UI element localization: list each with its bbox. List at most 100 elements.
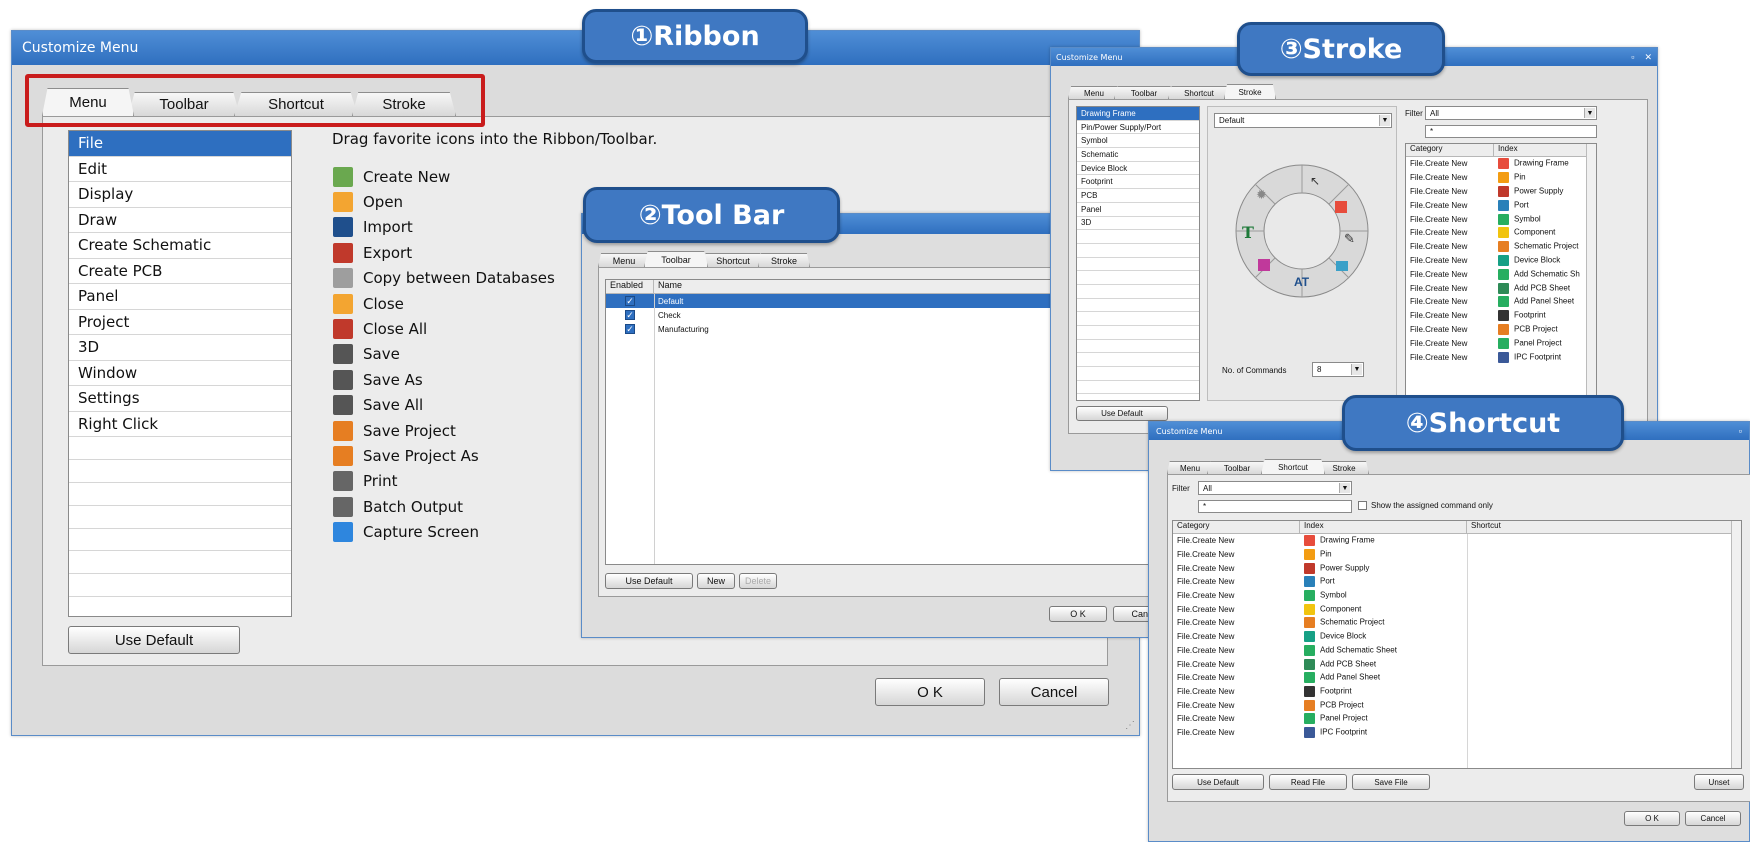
shortcut-grid-scrollbar[interactable] <box>1731 521 1741 768</box>
shortcut-command-row[interactable]: File.Create New Add Panel Sheet <box>1173 671 1741 685</box>
ok-button[interactable]: O K <box>875 678 985 706</box>
shortcut-command-row[interactable]: File.Create New IPC Footprint <box>1173 726 1741 740</box>
maximize-icon[interactable]: ▫ <box>1631 52 1634 63</box>
shortcut-filter-input[interactable]: * <box>1198 500 1352 513</box>
stroke-category-item[interactable]: Pin/Power Supply/Port <box>1077 121 1199 135</box>
checkbox-checked-icon[interactable]: ✓ <box>625 310 635 320</box>
toolbar-tab-stroke[interactable]: Stroke <box>758 253 810 267</box>
stroke-category-item[interactable]: Symbol <box>1077 134 1199 149</box>
category-item[interactable]: Panel <box>69 284 291 310</box>
stroke-use-default-button[interactable]: Use Default <box>1076 406 1168 421</box>
stroke-command-row[interactable]: File.Create New Add PCB Sheet <box>1406 281 1596 295</box>
resize-grip-icon[interactable]: ⋰ <box>1125 720 1135 731</box>
stroke-filter-input[interactable]: * <box>1425 125 1597 138</box>
command-item[interactable]: Close <box>333 291 593 316</box>
category-item[interactable]: Window <box>69 361 291 386</box>
toolbar-ok-button[interactable]: O K <box>1049 606 1107 622</box>
show-assigned-checkbox[interactable]: Show the assigned command only <box>1358 501 1493 510</box>
stroke-filter-select[interactable]: All ▼ <box>1425 106 1597 120</box>
stroke-command-row[interactable]: File.Create New Footprint <box>1406 309 1596 323</box>
shortcut-command-row[interactable]: File.Create New Add Schematic Sheet <box>1173 644 1741 658</box>
stroke-wheel[interactable]: ↖ ✎ AT T ✹ <box>1232 161 1372 301</box>
command-item[interactable]: Save All <box>333 393 593 418</box>
shortcut-command-row[interactable]: File.Create New Power Supply <box>1173 561 1741 575</box>
checkbox-checked-icon[interactable]: ✓ <box>625 324 635 334</box>
command-item[interactable]: Print <box>333 469 593 494</box>
stroke-tab-toolbar[interactable]: Toolbar <box>1114 86 1174 99</box>
stroke-tab-menu[interactable]: Menu <box>1068 86 1120 99</box>
stroke-category-item[interactable]: Panel <box>1077 203 1199 217</box>
stroke-category-item[interactable]: Device Block <box>1077 162 1199 176</box>
shortcut-command-row[interactable]: File.Create New Schematic Project <box>1173 616 1741 630</box>
shortcut-command-row[interactable]: File.Create New Add PCB Sheet <box>1173 657 1741 671</box>
unset-button[interactable]: Unset <box>1694 774 1744 790</box>
category-item[interactable]: File <box>69 131 291 157</box>
command-item[interactable]: Copy between Databases <box>333 266 593 291</box>
stroke-category-item[interactable]: Footprint <box>1077 175 1199 190</box>
stroke-command-row[interactable]: File.Create New PCB Project <box>1406 323 1596 337</box>
stroke-command-row[interactable]: File.Create New Port <box>1406 198 1596 212</box>
command-item[interactable]: Batch Output <box>333 494 593 519</box>
stroke-category-item[interactable]: 3D <box>1077 217 1199 231</box>
commands-count-select[interactable]: 8 ▼ <box>1312 362 1364 377</box>
stroke-command-row[interactable]: File.Create New Device Block <box>1406 254 1596 268</box>
shortcut-command-row[interactable]: File.Create New Footprint <box>1173 685 1741 699</box>
toolbar-new-button[interactable]: New <box>697 573 735 589</box>
save-file-button[interactable]: Save File <box>1352 774 1430 790</box>
shortcut-command-row[interactable]: File.Create New Drawing Frame <box>1173 534 1741 548</box>
command-item[interactable]: Save <box>333 342 593 367</box>
command-item[interactable]: Create New <box>333 164 593 189</box>
cancel-button[interactable]: Cancel <box>999 678 1109 706</box>
stroke-preset-select[interactable]: Default ▼ <box>1214 113 1392 128</box>
toolbar-delete-button[interactable]: Delete <box>739 573 777 589</box>
stroke-command-row[interactable]: File.Create New Schematic Project <box>1406 240 1596 254</box>
checkbox-checked-icon[interactable]: ✓ <box>625 296 635 306</box>
stroke-grid-scrollbar[interactable] <box>1586 144 1596 404</box>
shortcut-command-row[interactable]: File.Create New Panel Project <box>1173 712 1741 726</box>
command-item[interactable]: Open <box>333 189 593 214</box>
shortcut-use-default-button[interactable]: Use Default <box>1172 774 1264 790</box>
command-item[interactable]: Save Project <box>333 418 593 443</box>
command-item[interactable]: Import <box>333 215 593 240</box>
stroke-command-row[interactable]: File.Create New Symbol <box>1406 212 1596 226</box>
toolbar-tab-toolbar[interactable]: Toolbar <box>644 251 708 267</box>
toolbar-tab-shortcut[interactable]: Shortcut <box>702 253 764 267</box>
stroke-command-row[interactable]: File.Create New Pin <box>1406 171 1596 185</box>
stroke-category-item[interactable]: Schematic <box>1077 148 1199 162</box>
stroke-command-row[interactable]: File.Create New IPC Footprint <box>1406 350 1596 364</box>
category-item[interactable]: Display <box>69 182 291 208</box>
shortcut-command-row[interactable]: File.Create New Device Block <box>1173 630 1741 644</box>
shortcut-command-row[interactable]: File.Create New Port <box>1173 575 1741 589</box>
shortcut-tab-shortcut[interactable]: Shortcut <box>1261 459 1325 474</box>
command-item[interactable]: Save As <box>333 367 593 392</box>
stroke-tab-stroke[interactable]: Stroke <box>1224 84 1276 99</box>
category-item[interactable]: Draw <box>69 208 291 233</box>
shortcut-command-row[interactable]: File.Create New Pin <box>1173 548 1741 562</box>
stroke-command-row[interactable]: File.Create New Add Panel Sheet <box>1406 295 1596 309</box>
stroke-tab-shortcut[interactable]: Shortcut <box>1168 86 1230 99</box>
toolbar-use-default-button[interactable]: Use Default <box>605 573 693 589</box>
shortcut-command-row[interactable]: File.Create New Symbol <box>1173 589 1741 603</box>
stroke-command-row[interactable]: File.Create New Panel Project <box>1406 336 1596 350</box>
shortcut-command-row[interactable]: File.Create New Component <box>1173 602 1741 616</box>
shortcut-cancel-button[interactable]: Cancel <box>1685 811 1741 826</box>
stroke-command-row[interactable]: File.Create New Drawing Frame <box>1406 157 1596 171</box>
category-item[interactable]: Create Schematic <box>69 233 291 259</box>
maximize-icon[interactable]: ▫ <box>1739 426 1742 436</box>
category-item[interactable]: Right Click <box>69 412 291 437</box>
use-default-button[interactable]: Use Default <box>68 626 240 654</box>
shortcut-ok-button[interactable]: O K <box>1624 811 1680 826</box>
category-item[interactable]: Create PCB <box>69 259 291 284</box>
command-item[interactable]: Export <box>333 240 593 265</box>
stroke-category-item[interactable]: Drawing Frame <box>1077 107 1199 121</box>
shortcut-tab-stroke[interactable]: Stroke <box>1319 461 1369 474</box>
toolbar-tab-menu[interactable]: Menu <box>598 253 650 267</box>
command-item[interactable]: Save Project As <box>333 443 593 468</box>
command-item[interactable]: Close All <box>333 316 593 341</box>
read-file-button[interactable]: Read File <box>1269 774 1347 790</box>
category-item[interactable]: Edit <box>69 157 291 182</box>
category-item[interactable]: Project <box>69 310 291 335</box>
shortcut-tab-menu[interactable]: Menu <box>1167 461 1213 474</box>
close-icon[interactable]: ✕ <box>1644 52 1652 63</box>
category-item[interactable]: Settings <box>69 386 291 412</box>
